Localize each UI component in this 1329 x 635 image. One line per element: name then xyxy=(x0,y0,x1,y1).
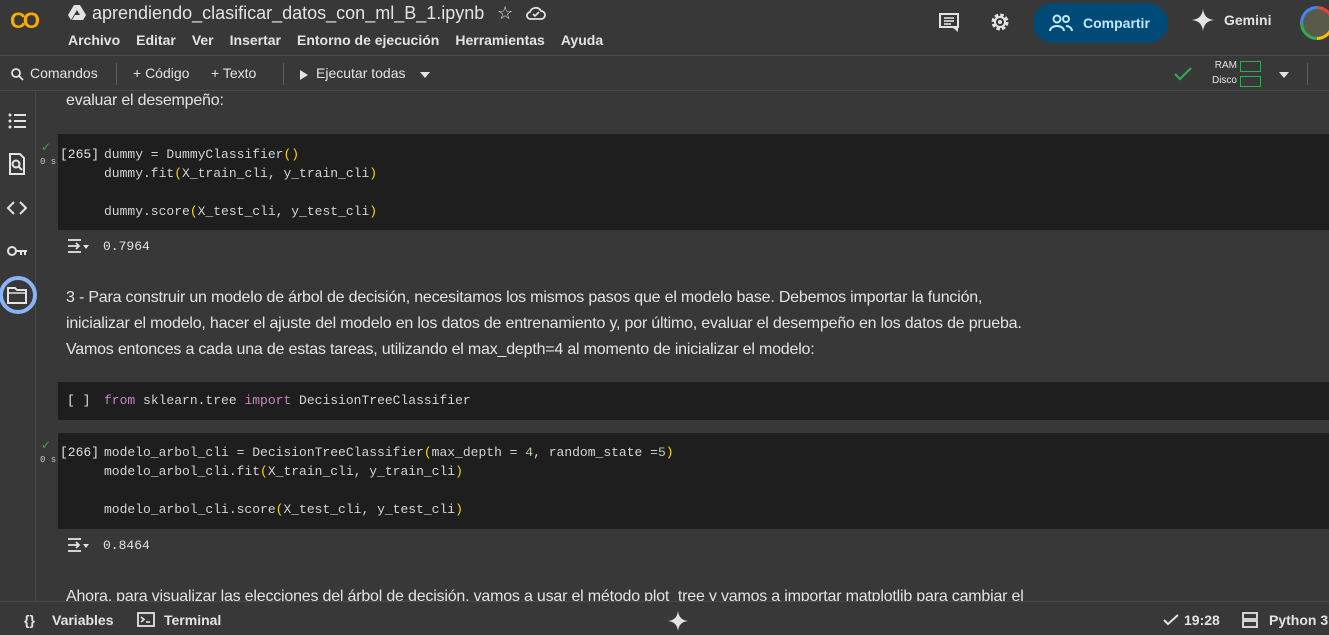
run-success-check-icon: ✓ xyxy=(41,438,52,452)
cell-output: 0.8464 xyxy=(103,538,150,553)
markdown-text: inicializar el modelo, hacer el ajuste d… xyxy=(66,315,1022,332)
menu-editar[interactable]: Editar xyxy=(128,32,184,52)
variables-button[interactable]: Variables xyxy=(52,612,114,628)
imported-name: DecisionTreeClassifier xyxy=(291,393,471,408)
run-success-check-icon: ✓ xyxy=(41,140,52,154)
run-cell-button[interactable]: [ ] xyxy=(67,393,90,408)
share-button[interactable]: Compartir xyxy=(1033,3,1168,43)
code-line[interactable]: modelo_arbol_cli = DecisionTreeClassifie… xyxy=(104,445,674,460)
cell-output: 0.7964 xyxy=(103,239,150,254)
table-of-contents-icon[interactable] xyxy=(6,110,28,132)
module-name: sklearn.tree xyxy=(135,393,245,408)
menu-entorno-ejecucion[interactable]: Entorno de ejecución xyxy=(289,32,447,52)
gemini-spark-icon[interactable] xyxy=(668,611,688,631)
disk-bar xyxy=(1240,76,1261,87)
keyword-from: from xyxy=(104,393,136,408)
code-snippets-icon[interactable] xyxy=(6,197,28,219)
markdown-text: Ahora, para visualizar las elecciones de… xyxy=(66,588,1024,601)
cloud-icon[interactable] xyxy=(525,4,547,22)
toolbar-divider xyxy=(283,63,284,85)
code-cell[interactable]: [265] dummy = DummyClassifier() dummy.fi… xyxy=(58,134,1329,230)
drive-icon[interactable] xyxy=(68,4,86,20)
toolbar-divider xyxy=(1307,63,1308,85)
runtime-chevron-down-icon[interactable] xyxy=(1279,72,1289,78)
ram-label: RAM xyxy=(1214,60,1237,71)
chevron-down-icon[interactable] xyxy=(420,72,430,78)
output-toggle-icon[interactable] xyxy=(67,238,89,254)
secrets-key-icon[interactable] xyxy=(6,240,28,262)
terminal-button[interactable]: Terminal xyxy=(164,612,221,628)
code-line[interactable]: modelo_arbol_cli.fit(X_train_cli, y_trai… xyxy=(104,464,463,479)
gemini-label: Gemini xyxy=(1224,12,1272,28)
markdown-text: 3 - Para construir un modelo de árbol de… xyxy=(66,289,983,306)
connected-check-icon[interactable] xyxy=(1174,67,1192,81)
menu-bar: Archivo Editar Ver Insertar Entorno de e… xyxy=(60,32,611,52)
settings-icon[interactable] xyxy=(989,11,1011,33)
app-header: CO aprendiendo_clasificar_datos_con_ml_B… xyxy=(0,0,1329,56)
avatar-image xyxy=(1303,9,1329,37)
gemini-button[interactable]: Gemini xyxy=(1192,9,1271,31)
menu-insertar[interactable]: Insertar xyxy=(222,32,289,52)
notebook-title[interactable]: aprendiendo_clasificar_datos_con_ml_B_1.… xyxy=(92,3,484,24)
code-line[interactable]: dummy.fit(X_train_cli, y_train_cli) xyxy=(104,166,377,181)
notebook-toolbar: Comandos + Código + Texto Ejecutar todas… xyxy=(0,57,1329,91)
ram-bar xyxy=(1240,61,1261,72)
markdown-text: Vamos entonces a cada una de estas tarea… xyxy=(66,341,815,358)
play-icon xyxy=(300,70,308,80)
output-toggle-icon[interactable] xyxy=(67,537,89,553)
menu-archivo[interactable]: Archivo xyxy=(60,32,128,52)
last-run-time[interactable]: 19:28 xyxy=(1184,612,1220,628)
run-all-button[interactable]: Ejecutar todas xyxy=(316,65,406,81)
logo-text: CO xyxy=(10,8,40,33)
share-people-icon xyxy=(1049,14,1073,32)
execution-done-check-icon xyxy=(1163,614,1179,626)
share-label: Compartir xyxy=(1083,15,1150,31)
run-time: 0 s xyxy=(40,157,57,167)
terminal-icon xyxy=(137,612,155,627)
notebook-content: evaluar el desempeño: ✓ 0 s [265] dummy … xyxy=(37,92,1329,601)
menu-herramientas[interactable]: Herramientas xyxy=(447,32,553,52)
commands-button[interactable]: Comandos xyxy=(30,65,98,81)
execution-count[interactable]: [266] xyxy=(60,445,99,460)
gemini-spark-icon xyxy=(1192,9,1214,31)
add-code-button[interactable]: + Código xyxy=(133,65,189,81)
code-line[interactable]: dummy.score(X_test_cli, y_test_cli) xyxy=(104,204,377,219)
menu-ver[interactable]: Ver xyxy=(184,32,222,52)
markdown-text: evaluar el desempeño: xyxy=(66,92,224,109)
comments-icon[interactable] xyxy=(938,12,960,32)
menu-ayuda[interactable]: Ayuda xyxy=(553,32,611,52)
run-time: 0 s xyxy=(40,455,57,465)
code-line[interactable]: modelo_arbol_cli.score(X_test_cli, y_tes… xyxy=(104,502,463,517)
code-line[interactable]: dummy = DummyClassifier() xyxy=(104,147,299,162)
runtime-server-icon xyxy=(1242,612,1258,628)
status-bar: {} Variables Terminal 19:28 Python 3 xyxy=(0,601,1329,635)
avatar[interactable] xyxy=(1300,6,1329,40)
add-text-button[interactable]: + Texto xyxy=(211,65,256,81)
code-cell[interactable]: [266] modelo_arbol_cli = DecisionTreeCla… xyxy=(58,433,1329,529)
toolbar-divider xyxy=(116,63,117,85)
search-icon xyxy=(11,68,24,81)
star-icon[interactable]: ☆ xyxy=(497,3,513,24)
colab-logo[interactable]: CO xyxy=(10,8,40,34)
code-line[interactable]: from sklearn.tree import DecisionTreeCla… xyxy=(104,393,471,408)
execution-count[interactable]: [265] xyxy=(60,147,99,162)
left-sidebar xyxy=(0,92,37,601)
variables-icon: {} xyxy=(24,612,35,628)
runtime-type-button[interactable]: Python 3 xyxy=(1269,612,1328,628)
files-folder-icon[interactable] xyxy=(6,284,28,306)
find-replace-icon[interactable] xyxy=(6,153,28,175)
code-cell[interactable]: [ ] from sklearn.tree import DecisionTre… xyxy=(58,382,1329,420)
disk-label: Disco xyxy=(1211,75,1237,86)
keyword-import: import xyxy=(244,393,292,408)
resource-monitor[interactable]: RAM Disco xyxy=(1207,59,1263,89)
